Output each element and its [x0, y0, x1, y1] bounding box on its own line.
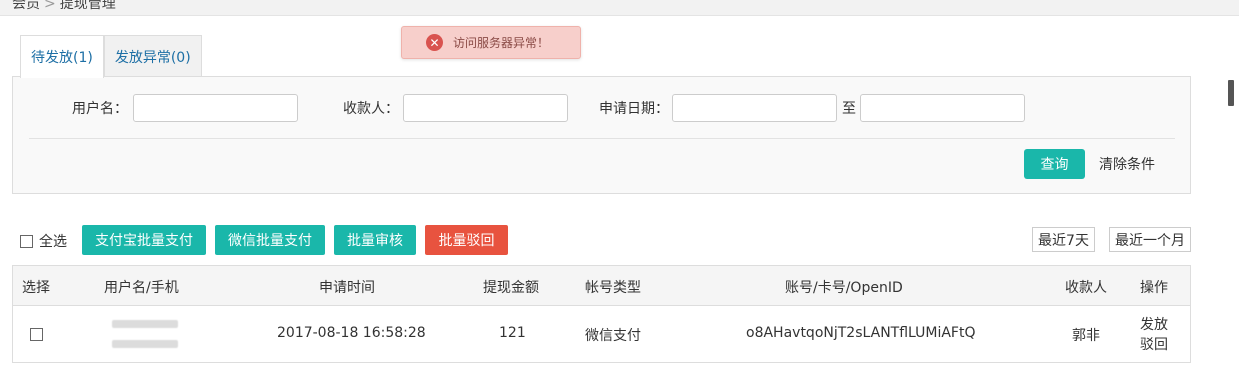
- select-all[interactable]: 全选: [20, 231, 67, 251]
- issue-link[interactable]: 发放: [1140, 315, 1168, 335]
- tab-exception[interactable]: 发放异常(0): [103, 35, 202, 77]
- payee-label: 收款人：: [343, 101, 399, 117]
- username-label: 用户名：: [72, 101, 128, 117]
- toast-message: 访问服务器异常！: [453, 36, 550, 50]
- error-circle-icon: ✕: [426, 34, 443, 51]
- date-to-label: 至: [842, 101, 856, 117]
- row-account-no: o8AHavtqoNjT2sLANTflLUMiAFtQ: [746, 325, 976, 341]
- masked-username: [112, 320, 178, 328]
- alipay-batch-pay-button[interactable]: 支付宝批量支付: [82, 225, 206, 255]
- scrollbar-handle[interactable]: [1228, 80, 1234, 106]
- payee-input[interactable]: [403, 94, 568, 122]
- header-account-no: 账号/卡号/OpenID: [785, 280, 903, 296]
- header-user: 用户名/手机: [104, 280, 179, 296]
- apply-date-label: 申请日期：: [599, 101, 669, 117]
- select-all-label: 全选: [39, 234, 67, 250]
- header-amount: 提现金额: [483, 280, 539, 296]
- tab-pending[interactable]: 待发放(1): [20, 35, 104, 78]
- breadcrumb-current: 提现管理: [59, 0, 116, 12]
- breadcrumb-home[interactable]: 会员: [12, 0, 40, 12]
- row-payee: 郭非: [1072, 328, 1100, 344]
- error-toast: ✕ 访问服务器异常！: [401, 26, 581, 59]
- filter-panel: 用户名： 收款人： 申请日期： 至 查询 清除条件: [12, 76, 1191, 194]
- query-button[interactable]: 查询: [1024, 149, 1085, 179]
- action-toolbar: 全选 支付宝批量支付 微信批量支付 批量审核 批量驳回 最近7天 最近一个月: [12, 225, 1192, 255]
- table-header: 选择 用户名/手机 申请时间 提现金额 帐号类型 账号/卡号/OpenID 收款…: [13, 266, 1190, 306]
- row-user-masked: [97, 316, 193, 352]
- last-month-button[interactable]: 最近一个月: [1109, 227, 1191, 252]
- header-apply-time: 申请时间: [319, 280, 375, 296]
- reject-link[interactable]: 驳回: [1140, 335, 1168, 355]
- wechat-batch-pay-button[interactable]: 微信批量支付: [215, 225, 325, 255]
- top-bar: 会员 > 提现管理: [0, 0, 1239, 16]
- row-checkbox[interactable]: [30, 328, 43, 341]
- row-account-type: 微信支付: [585, 328, 641, 344]
- date-end-input[interactable]: [860, 94, 1025, 122]
- last-7-days-button[interactable]: 最近7天: [1032, 227, 1095, 252]
- header-actions: 操作: [1140, 280, 1168, 296]
- filter-divider: [29, 138, 1175, 139]
- tab-bar: 待发放(1) 发放异常(0): [20, 35, 202, 78]
- masked-phone: [112, 340, 178, 348]
- row-amount: 121: [499, 325, 526, 341]
- header-payee: 收款人: [1065, 280, 1107, 296]
- withdrawal-table: 选择 用户名/手机 申请时间 提现金额 帐号类型 账号/卡号/OpenID 收款…: [12, 265, 1191, 363]
- breadcrumb: 会员 > 提现管理: [12, 0, 116, 13]
- row-actions: 发放 驳回: [1140, 315, 1168, 355]
- batch-reject-button[interactable]: 批量驳回: [425, 225, 508, 255]
- header-select: 选择: [22, 280, 50, 296]
- select-all-checkbox[interactable]: [20, 234, 33, 248]
- username-input[interactable]: [133, 94, 298, 122]
- header-account-type: 帐号类型: [585, 280, 641, 296]
- breadcrumb-separator: >: [44, 0, 56, 12]
- clear-filters-button[interactable]: 清除条件: [1099, 154, 1155, 174]
- date-start-input[interactable]: [672, 94, 837, 122]
- row-apply-time: 2017-08-18 16:58:28: [277, 325, 426, 341]
- batch-review-button[interactable]: 批量审核: [334, 225, 416, 255]
